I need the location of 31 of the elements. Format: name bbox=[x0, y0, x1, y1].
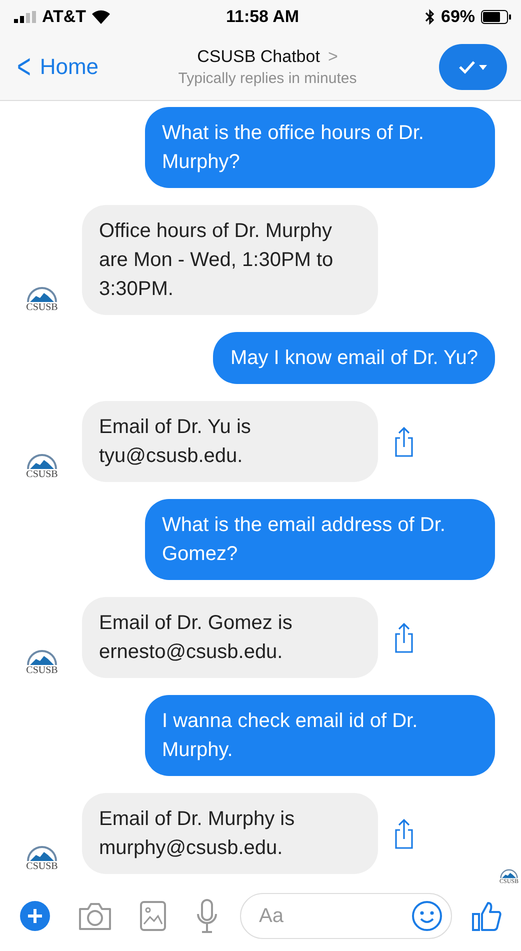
bluetooth-icon bbox=[424, 9, 435, 25]
battery-icon bbox=[481, 10, 512, 24]
image-icon[interactable] bbox=[140, 901, 166, 931]
signal-icon bbox=[14, 11, 36, 23]
battery-percent: 69% bbox=[440, 7, 476, 27]
clock-time: 11:58 AM bbox=[226, 7, 300, 27]
status-dropdown-button[interactable] bbox=[439, 44, 507, 90]
back-button[interactable]: < Home bbox=[14, 50, 134, 84]
wifi-icon bbox=[92, 10, 110, 24]
sent-message-bubble: May I know email of Dr. Yu? bbox=[213, 332, 495, 384]
chat-subtitle: Typically replies in minutes bbox=[178, 70, 357, 87]
sent-message-bubble: I wanna check email id of Dr. Murphy. bbox=[145, 695, 495, 776]
share-icon[interactable] bbox=[394, 818, 414, 848]
sent-message-bubble: What is the office hours of Dr. Murphy? bbox=[145, 107, 495, 188]
chat-title[interactable]: CSUSB Chatbot bbox=[197, 47, 320, 67]
checkmark-dropdown-icon bbox=[458, 60, 488, 74]
thumbs-up-icon[interactable] bbox=[472, 900, 502, 932]
carrier-name: AT&T bbox=[42, 7, 86, 27]
share-icon[interactable] bbox=[394, 622, 414, 652]
add-button[interactable] bbox=[20, 901, 50, 931]
sent-message-bubble: What is the email address of Dr. Gomez? bbox=[145, 499, 495, 580]
received-message-bubble: Email of Dr. Murphy is murphy@csusb.edu. bbox=[82, 793, 378, 874]
microphone-icon[interactable] bbox=[196, 899, 218, 933]
share-icon[interactable] bbox=[394, 426, 414, 456]
received-message-bubble: Email of Dr. Gomez is ernesto@csusb.edu. bbox=[82, 597, 378, 678]
message-field[interactable]: Aa bbox=[240, 893, 452, 939]
camera-icon[interactable] bbox=[78, 901, 112, 931]
received-message-bubble: Email of Dr. Yu is tyu@csusb.edu. bbox=[82, 401, 378, 482]
chevron-icon: > bbox=[328, 47, 338, 67]
emoji-icon[interactable] bbox=[411, 900, 443, 932]
received-message-bubble: Office hours of Dr. Murphy are Mon - Wed, 1:30PM to 3:30PM. bbox=[82, 205, 378, 315]
